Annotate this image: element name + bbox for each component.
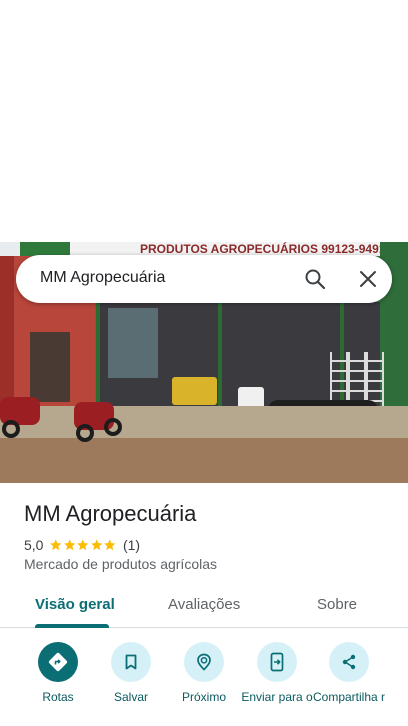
nearby-icon <box>197 653 211 671</box>
tab-reviews[interactable]: Avaliações <box>168 596 240 613</box>
send-to-phone-button[interactable]: Enviar para o <box>237 642 317 704</box>
star-icon <box>64 539 76 551</box>
tab-overview[interactable]: Visão geral <box>35 596 115 613</box>
nearby-button[interactable]: Próximo <box>164 642 244 704</box>
star-icon <box>104 539 116 551</box>
search-input[interactable]: MM Agropecuária <box>40 269 165 287</box>
search-icon[interactable] <box>303 267 327 291</box>
send-to-phone-label: Enviar para o <box>241 690 313 704</box>
directions-label: Rotas <box>42 690 74 704</box>
rating-row[interactable]: 5,0 (1) <box>24 536 140 554</box>
star-icon <box>50 539 62 551</box>
directions-button[interactable]: Rotas <box>18 642 98 704</box>
store-sign-text: PRODUTOS AGROPECUÁRIOS 99123-9491 <box>140 242 386 256</box>
bookmark-icon <box>125 654 137 670</box>
close-icon[interactable] <box>356 267 380 291</box>
nearby-label: Próximo <box>181 690 226 704</box>
place-title: MM Agropecuária <box>24 501 197 526</box>
send-to-phone-icon <box>270 652 284 672</box>
save-label: Salvar <box>113 690 148 704</box>
star-icon <box>77 539 89 551</box>
tab-bar: Visão geral Avaliações Sobre <box>0 582 408 628</box>
map-blank-area <box>0 0 408 242</box>
directions-icon <box>48 652 68 672</box>
star-rating <box>49 538 117 552</box>
save-button[interactable]: Salvar <box>91 642 171 704</box>
share-label: Compartilha r <box>312 690 386 704</box>
share-icon <box>342 654 356 670</box>
review-count[interactable]: (1) <box>123 537 140 553</box>
share-button[interactable]: Compartilha r <box>309 642 389 704</box>
rating-value: 5,0 <box>24 537 44 553</box>
search-bar[interactable]: MM Agropecuária <box>16 255 392 303</box>
star-icon <box>91 539 103 551</box>
active-tab-indicator <box>35 624 109 628</box>
place-category: Mercado de produtos agrícolas <box>24 556 217 572</box>
tab-about[interactable]: Sobre <box>317 596 357 613</box>
